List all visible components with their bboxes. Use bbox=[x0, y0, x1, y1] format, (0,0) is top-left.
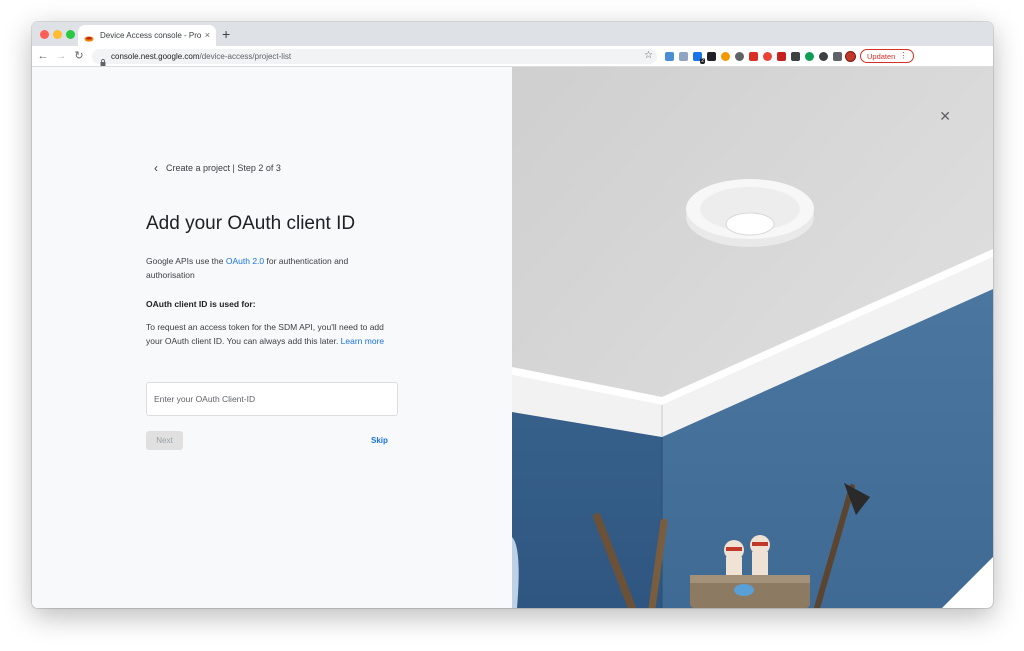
intro-text: Google APIs use the OAuth 2.0 for authen… bbox=[146, 254, 386, 282]
oauth-link[interactable]: OAuth 2.0 bbox=[226, 256, 264, 266]
setup-panel: ‹ Create a project | Step 2 of 3 Add you… bbox=[32, 67, 512, 608]
nest-favicon-icon bbox=[84, 31, 94, 42]
smoke-detector bbox=[686, 179, 814, 247]
section-subheading: OAuth client ID is used for: bbox=[146, 299, 256, 309]
extension-7-icon[interactable] bbox=[749, 51, 758, 61]
url-text: console.nest.google.com/device-access/pr… bbox=[111, 52, 291, 61]
chevron-left-icon[interactable]: ‹ bbox=[154, 162, 158, 174]
extension-badge: 2 bbox=[700, 57, 705, 64]
close-window-button[interactable] bbox=[40, 30, 49, 39]
kebab-menu-icon: ⋮ bbox=[899, 51, 908, 60]
url-host: console.nest.google.com bbox=[111, 51, 200, 61]
page-title: Add your OAuth client ID bbox=[146, 213, 356, 234]
room-photo bbox=[512, 67, 993, 608]
lock-icon bbox=[100, 53, 106, 66]
tab-title: Device Access console - Proje bbox=[100, 31, 201, 40]
extension-6-icon[interactable] bbox=[735, 51, 744, 61]
bookmark-star-icon[interactable]: ☆ bbox=[644, 50, 653, 62]
minimize-window-button[interactable] bbox=[53, 30, 62, 39]
browser-toolbar: ← → ↻ console.nest.google.com/device-acc… bbox=[32, 46, 993, 67]
next-button[interactable]: Next bbox=[146, 431, 183, 450]
skip-link[interactable]: Skip bbox=[371, 436, 388, 445]
oauth-client-id-input[interactable] bbox=[146, 382, 398, 416]
reload-icon[interactable]: ↻ bbox=[72, 49, 86, 63]
step-label: Create a project | Step 2 of 3 bbox=[166, 163, 281, 173]
extension-8-icon[interactable] bbox=[763, 51, 772, 61]
forward-arrow-icon[interactable]: → bbox=[54, 49, 68, 63]
puzzle-icon[interactable] bbox=[833, 51, 842, 61]
extension-1-icon[interactable] bbox=[665, 51, 674, 61]
extension-12-icon[interactable] bbox=[819, 51, 828, 61]
back-arrow-icon[interactable]: ← bbox=[36, 49, 50, 63]
address-bar[interactable]: console.nest.google.com/device-access/pr… bbox=[92, 48, 657, 66]
breadcrumb[interactable]: ‹ Create a project | Step 2 of 3 bbox=[154, 162, 281, 174]
profile-avatar[interactable] bbox=[845, 50, 856, 62]
url-path: /device-access/project-list bbox=[199, 51, 292, 61]
tab-device-access-console[interactable]: Device Access console - Proje × bbox=[78, 25, 216, 46]
extension-5-icon[interactable] bbox=[721, 51, 730, 61]
extension-10-icon[interactable] bbox=[791, 51, 800, 61]
extension-4-icon[interactable] bbox=[707, 51, 716, 61]
usage-description: To request an access token for the SDM A… bbox=[146, 320, 396, 348]
update-label: Updaten bbox=[867, 51, 896, 61]
intro-text-before: Google APIs use the bbox=[146, 256, 226, 266]
close-icon[interactable]: ✕ bbox=[939, 109, 951, 123]
browser-window: Device Access console - Proje × + ← → ↻ … bbox=[32, 22, 993, 608]
new-tab-button[interactable]: + bbox=[222, 26, 230, 42]
hero-image: ✕ bbox=[512, 67, 993, 608]
extension-9-icon[interactable] bbox=[777, 51, 786, 61]
learn-more-link[interactable]: Learn more bbox=[341, 336, 384, 346]
tab-close-icon[interactable]: × bbox=[205, 31, 210, 40]
extension-icons: 2 bbox=[665, 51, 842, 64]
extension-2-icon[interactable] bbox=[679, 51, 688, 61]
update-button[interactable]: Updaten ⋮ bbox=[860, 49, 915, 63]
tab-strip: Device Access console - Proje × + bbox=[32, 22, 993, 46]
extension-11-icon[interactable] bbox=[805, 51, 814, 61]
page-content: ‹ Create a project | Step 2 of 3 Add you… bbox=[32, 67, 993, 608]
extension-3-icon[interactable]: 2 bbox=[693, 51, 705, 64]
zoom-window-button[interactable] bbox=[66, 30, 75, 39]
